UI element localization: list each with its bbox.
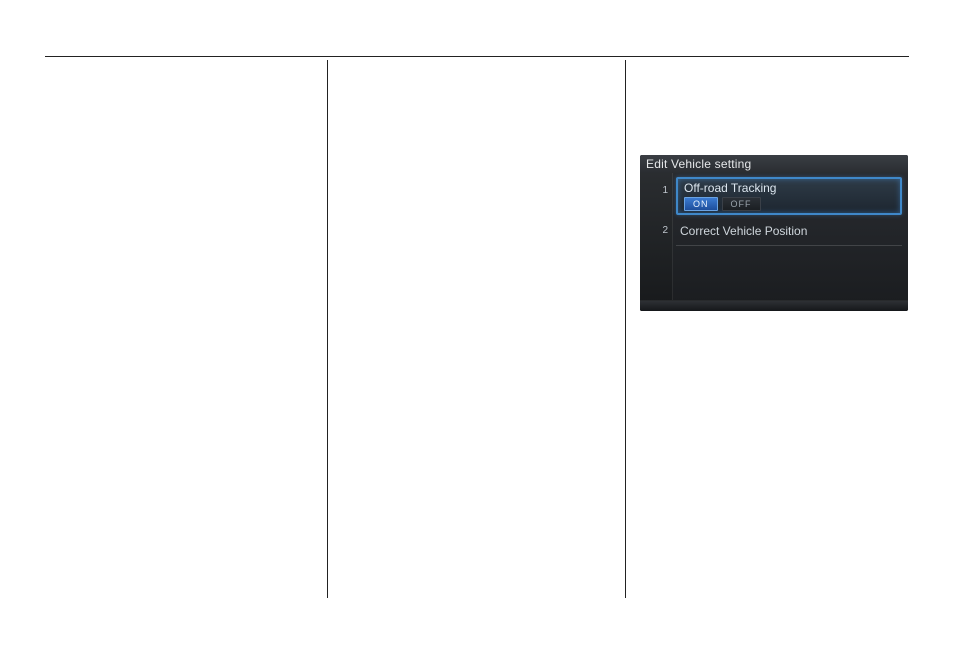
device-body: 1 2 Off-road Tracking ON OFF Correct Veh…: [640, 173, 908, 311]
menu-divider: [676, 245, 902, 246]
menu-item-label: Off-road Tracking: [684, 181, 894, 195]
device-left-rail: 1 2: [640, 173, 673, 311]
column-divider-1: [327, 60, 328, 598]
device-title: Edit Vehicle setting: [640, 155, 908, 173]
toggle-on-button[interactable]: ON: [684, 197, 718, 211]
menu-item-correct-vehicle-position[interactable]: Correct Vehicle Position: [676, 221, 902, 241]
row-number-2: 2: [640, 225, 672, 236]
row-number-1: 1: [640, 185, 672, 196]
offroad-toggle: ON OFF: [684, 197, 894, 211]
menu-item-label: Correct Vehicle Position: [680, 224, 807, 238]
toggle-off-button[interactable]: OFF: [722, 197, 761, 211]
column-divider-2: [625, 60, 626, 598]
device-bottom-bar: [640, 300, 908, 311]
device-screenshot: Edit Vehicle setting 1 2 Off-road Tracki…: [640, 155, 908, 311]
menu-item-offroad-tracking[interactable]: Off-road Tracking ON OFF: [676, 177, 902, 215]
horizontal-rule-top: [45, 56, 909, 57]
